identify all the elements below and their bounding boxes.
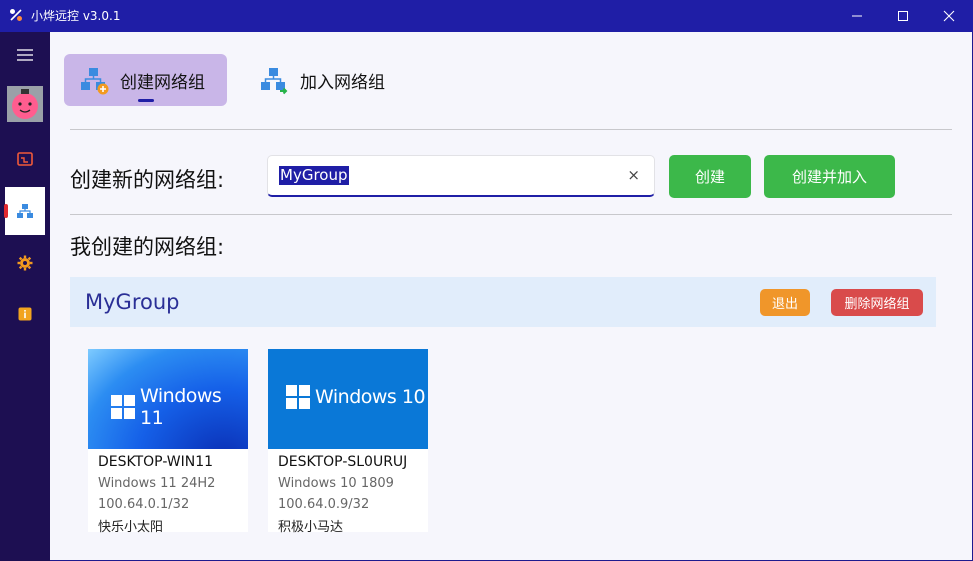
banner-text: Windows 10 <box>315 386 426 408</box>
settings-icon <box>17 255 33 271</box>
group-name-input[interactable]: MyGroup × <box>267 155 655 197</box>
tab-create-label: 创建网络组 <box>120 72 205 93</box>
close-button[interactable] <box>926 0 972 32</box>
tab-create-group[interactable]: 创建网络组 <box>64 54 227 106</box>
sidebar-item-settings[interactable] <box>5 243 45 283</box>
app-logo-icon <box>10 9 22 21</box>
device-card-win10[interactable]: Windows 10 DESKTOP-SL0URUJ Windows 10 18… <box>268 349 428 535</box>
tab-join-label: 加入网络组 <box>300 72 385 93</box>
divider-top <box>70 129 952 130</box>
group-name: MyGroup <box>85 290 180 314</box>
create-button[interactable]: 创建 <box>669 155 751 198</box>
close-icon <box>943 10 955 22</box>
windows-logo-icon <box>111 395 135 419</box>
tab-join-group[interactable]: 加入网络组 <box>244 54 404 106</box>
device-os: Windows 10 1809 <box>278 476 394 491</box>
info-icon <box>18 307 32 321</box>
divider-middle <box>70 214 952 215</box>
network-icon <box>17 204 33 218</box>
sidebar-avatar[interactable] <box>5 84 45 124</box>
device-hostname: DESKTOP-WIN11 <box>98 454 214 470</box>
group-name-input-value: MyGroup <box>279 166 349 185</box>
group-header: MyGroup 退出 删除网络组 <box>70 277 936 327</box>
my-groups-title: 我创建的网络组: <box>70 235 225 259</box>
clear-input-icon[interactable]: × <box>627 166 640 184</box>
device-ip: 100.64.0.9/32 <box>278 497 370 512</box>
maximize-button[interactable] <box>880 0 926 32</box>
windows-11-banner: Windows 11 <box>88 349 248 449</box>
banner-text: Windows 11 <box>140 385 222 429</box>
window-title: 小烨远控 v3.0.1 <box>31 9 121 23</box>
create-and-join-button[interactable]: 创建并加入 <box>764 155 895 198</box>
device-nickname: 快乐小太阳 <box>98 520 164 535</box>
sidebar <box>0 32 50 561</box>
exit-group-button[interactable]: 退出 <box>760 289 810 316</box>
network-join-icon <box>261 68 288 95</box>
minimize-button[interactable] <box>834 0 880 32</box>
title-bar[interactable]: 小烨远控 v3.0.1 <box>0 0 973 32</box>
delete-group-button[interactable]: 删除网络组 <box>831 289 923 316</box>
create-group-label: 创建新的网络组: <box>70 168 225 192</box>
tab-active-indicator <box>138 99 154 102</box>
device-card-win11[interactable]: Windows 11 DESKTOP-WIN11 Windows 11 24H2… <box>88 349 248 535</box>
windows-10-banner: Windows 10 <box>268 349 428 449</box>
minimize-icon <box>852 15 862 17</box>
remote-desktop-icon <box>17 152 33 166</box>
maximize-icon <box>898 11 908 21</box>
sidebar-menu-button[interactable] <box>5 35 45 75</box>
device-nickname: 积极小马达 <box>278 520 344 535</box>
device-hostname: DESKTOP-SL0URUJ <box>278 454 408 470</box>
device-ip: 100.64.0.1/32 <box>98 497 190 512</box>
sidebar-item-info[interactable] <box>5 294 45 334</box>
main-content: 创建网络组 加入网络组 创建新的网络组: MyGroup × 创建 创建并加入 … <box>50 32 972 560</box>
sidebar-item-network[interactable] <box>5 187 45 235</box>
sidebar-active-indicator <box>4 204 8 218</box>
avatar <box>7 86 43 122</box>
device-os: Windows 11 24H2 <box>98 476 216 491</box>
windows-logo-icon <box>286 385 310 409</box>
network-add-icon <box>81 68 109 95</box>
sidebar-item-remote[interactable] <box>5 139 45 179</box>
menu-icon <box>17 49 33 61</box>
